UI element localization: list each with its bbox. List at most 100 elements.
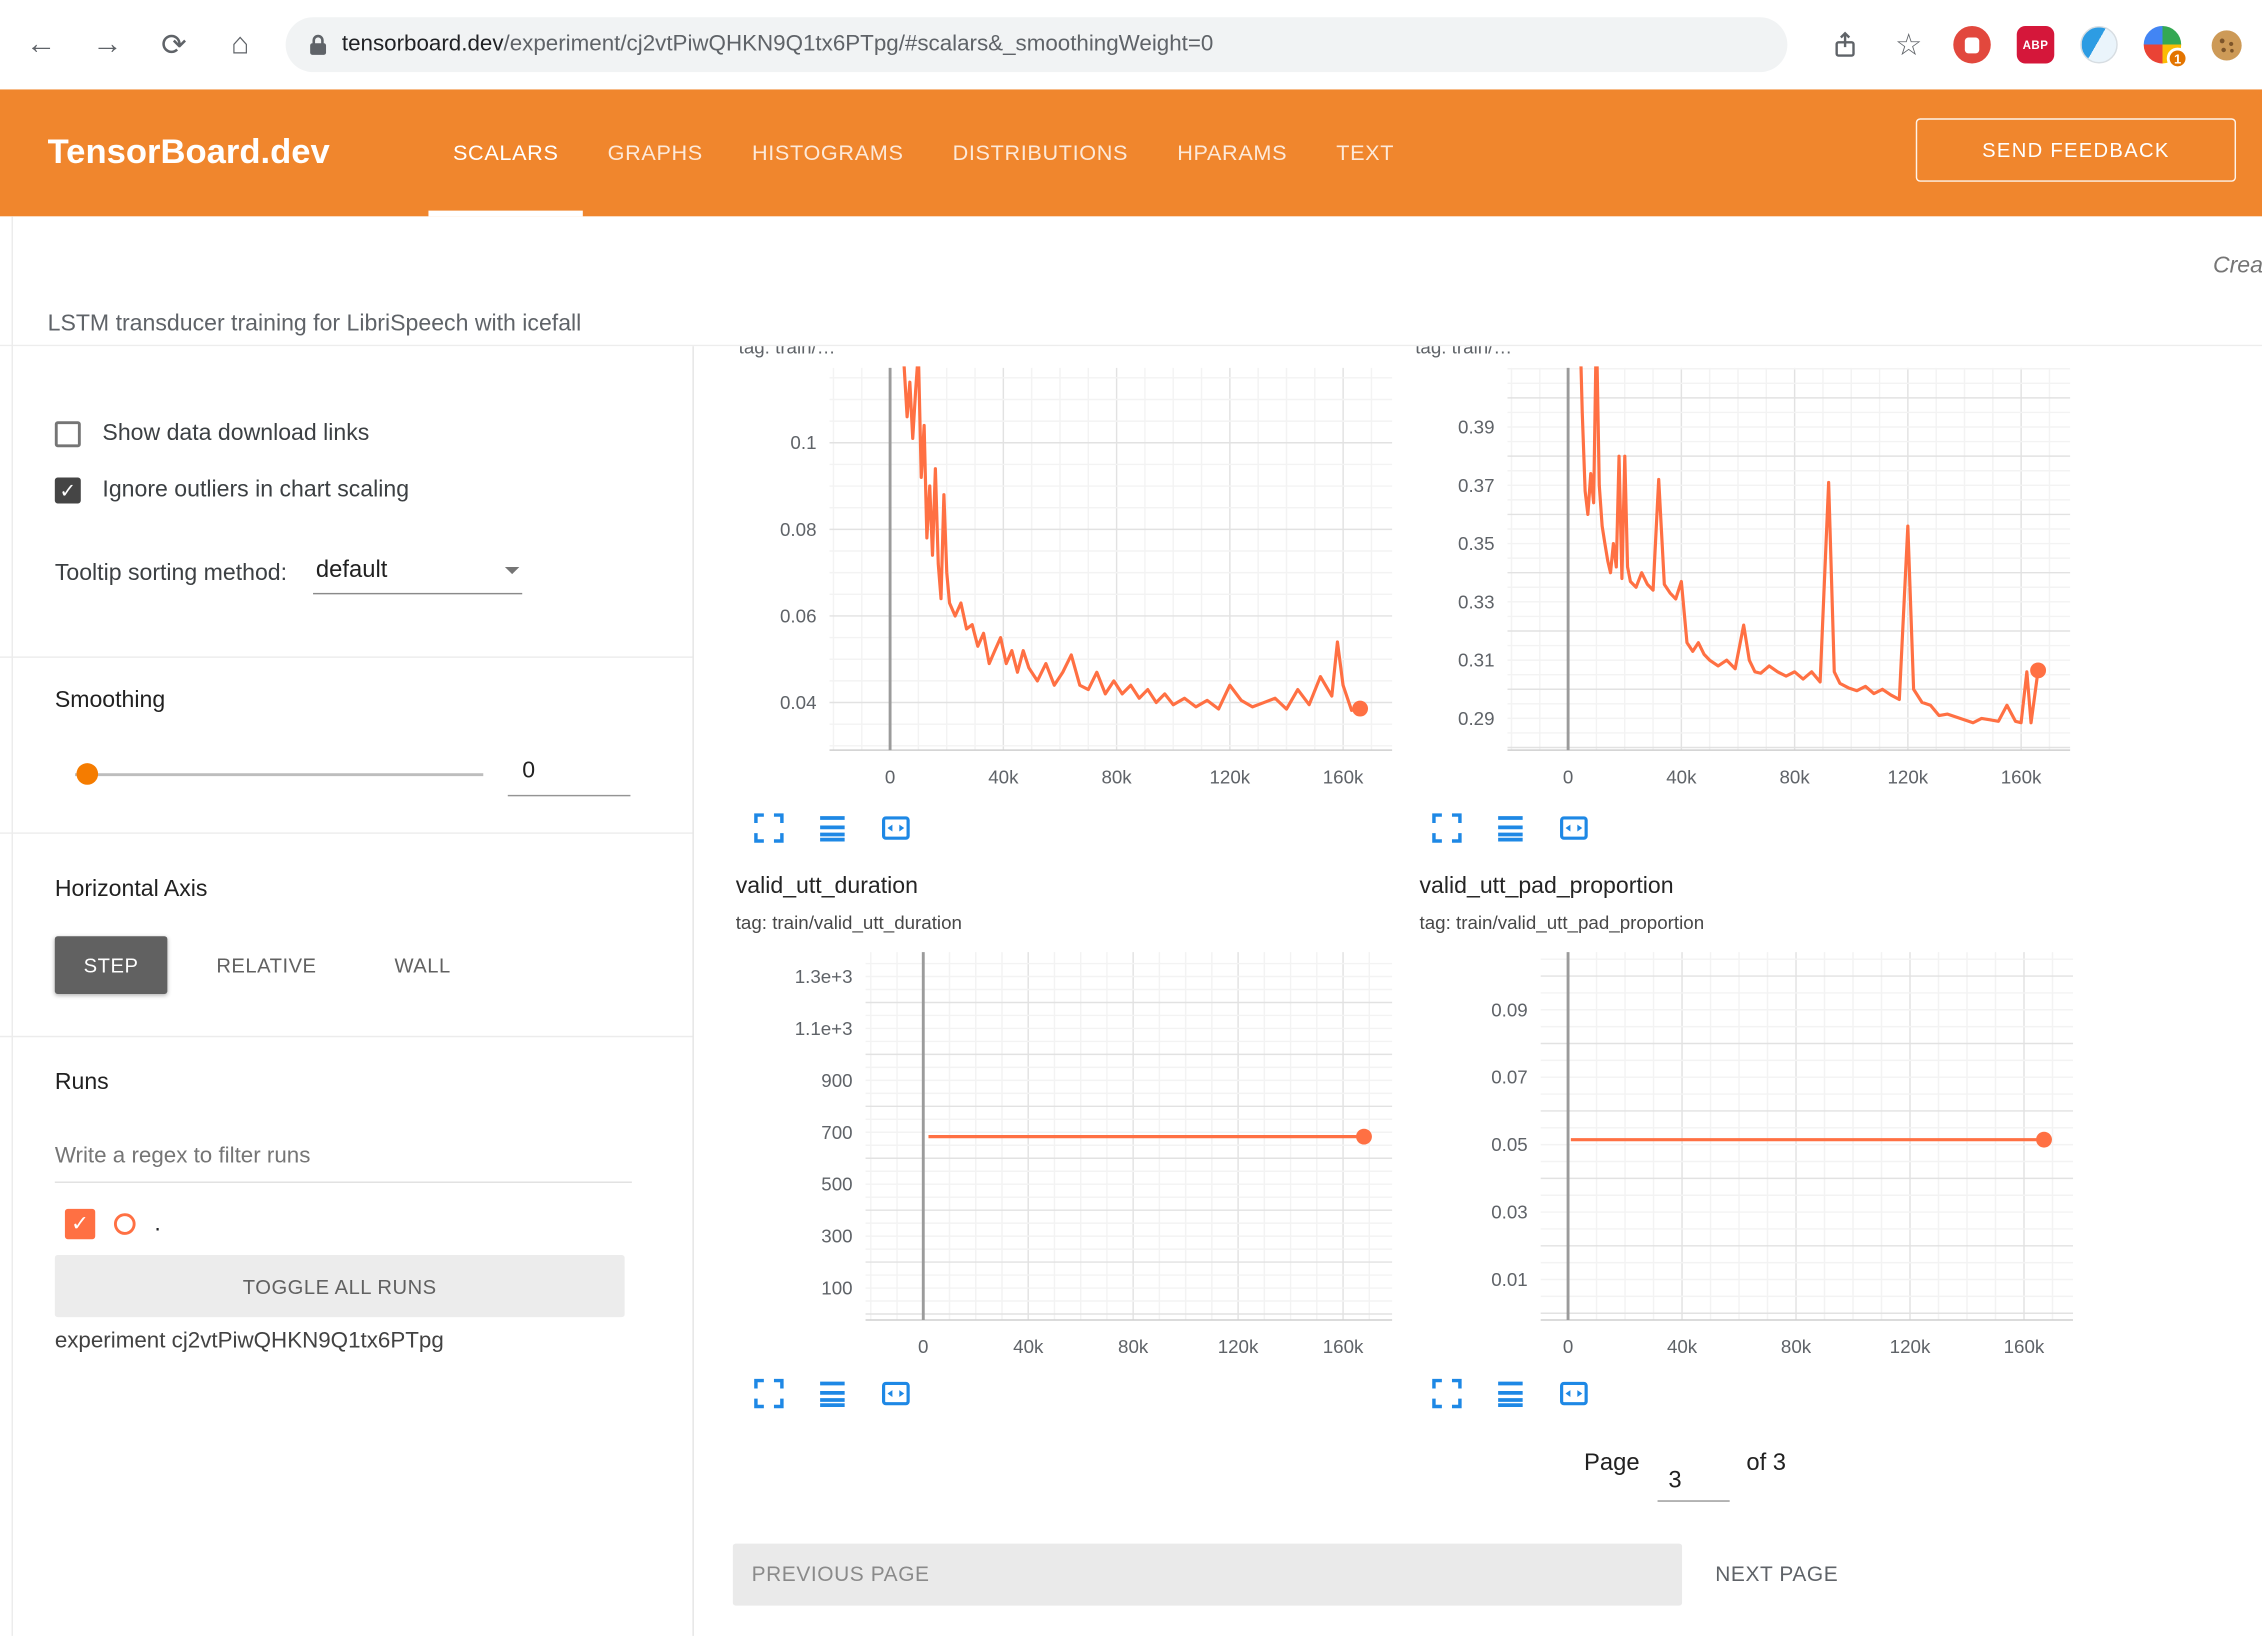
svg-text:40k: 40k: [988, 766, 1019, 787]
svg-text:120k: 120k: [1890, 1336, 1931, 1357]
browser-nav-buttons: ← → ⟳ ⌂: [20, 0, 261, 89]
pagination: Page 3 of 3: [1584, 1450, 1786, 1502]
chart-toolbar: [753, 1378, 912, 1410]
chart-top-left[interactable]: 0.040.060.080.1040k80k120k160k: [753, 368, 1402, 801]
svg-text:0.33: 0.33: [1458, 591, 1494, 612]
address-bar[interactable]: tensorboard.dev/experiment/cj2vtPiwQHKN9…: [286, 17, 1788, 72]
svg-text:1.3e+3: 1.3e+3: [795, 966, 853, 987]
url-text: tensorboard.dev/experiment/cj2vtPiwQHKN9…: [342, 32, 1213, 58]
tab-graphs[interactable]: GRAPHS: [583, 89, 727, 216]
run-color-swatch: [114, 1213, 136, 1235]
toggle-all-runs-button[interactable]: TOGGLE ALL RUNS: [55, 1255, 625, 1317]
tab-hparams[interactable]: HPARAMS: [1153, 89, 1312, 216]
abp-extension-icon[interactable]: ABP: [2017, 26, 2055, 64]
chart-tag: tag: train/valid_utt_duration: [736, 912, 962, 934]
svg-text:40k: 40k: [1667, 1336, 1698, 1357]
svg-text:0.08: 0.08: [780, 519, 816, 540]
tab-histograms[interactable]: HISTOGRAMS: [727, 89, 928, 216]
tensorboard-header: TensorBoard.dev SCALARS GRAPHS HISTOGRAM…: [0, 89, 2262, 216]
clipped-chart-tag-right: tag: train/…: [1415, 346, 1963, 363]
previous-page-button[interactable]: PREVIOUS PAGE: [733, 1544, 1682, 1606]
svg-text:0.29: 0.29: [1458, 708, 1494, 729]
smoothing-slider-track[interactable]: [75, 773, 483, 776]
log-scale-icon[interactable]: [1495, 1378, 1527, 1410]
svg-text:160k: 160k: [1323, 766, 1364, 787]
smoothing-slider-thumb[interactable]: [76, 763, 98, 785]
show-download-links-label: Show data download links: [102, 421, 369, 447]
expand-chart-icon[interactable]: [753, 1378, 785, 1410]
browser-toolbar-right: ☆ ABP 1: [1826, 0, 2244, 89]
star-icon[interactable]: ☆: [1890, 26, 1928, 64]
expand-chart-icon[interactable]: [1431, 812, 1463, 844]
svg-text:80k: 80k: [1781, 1336, 1812, 1357]
tooltip-sorting-value: default: [316, 557, 387, 583]
run-name: .: [154, 1211, 160, 1237]
svg-text:0: 0: [1563, 766, 1573, 787]
url-domain: tensorboard.dev: [342, 32, 504, 57]
svg-text:120k: 120k: [1209, 766, 1250, 787]
page-of-label: of 3: [1746, 1450, 1786, 1477]
svg-text:80k: 80k: [1101, 766, 1132, 787]
tab-distributions[interactable]: DISTRIBUTIONS: [928, 89, 1153, 216]
experiment-title: LSTM transducer training for LibriSpeech…: [48, 312, 582, 338]
smoothing-value-input[interactable]: 0: [508, 749, 631, 797]
chart-top-right[interactable]: 0.290.310.330.350.370.39040k80k120k160k: [1431, 368, 2080, 801]
svg-text:0.37: 0.37: [1458, 475, 1494, 496]
chart-toolbar: [753, 812, 912, 844]
svg-text:0.09: 0.09: [1491, 999, 1527, 1020]
fit-domain-icon[interactable]: [880, 812, 912, 844]
expand-chart-icon[interactable]: [753, 812, 785, 844]
svg-text:700: 700: [821, 1122, 852, 1143]
adblock-extension-icon[interactable]: [1953, 26, 1991, 64]
fit-domain-icon[interactable]: [1558, 812, 1590, 844]
runs-filter-input[interactable]: [55, 1131, 632, 1183]
svg-text:0: 0: [885, 766, 895, 787]
ignore-outliers-checkbox[interactable]: ✓: [55, 478, 81, 504]
svg-text:0.35: 0.35: [1458, 533, 1494, 554]
send-feedback-button[interactable]: SEND FEEDBACK: [1916, 118, 2236, 181]
tooltip-sorting-select[interactable]: default: [313, 554, 522, 594]
page-number-input[interactable]: 3: [1657, 1450, 1729, 1502]
chart-valid-utt-duration[interactable]: 1003005007009001.1e+31.3e+3040k80k120k16…: [779, 952, 1407, 1370]
back-icon[interactable]: ←: [20, 20, 62, 69]
cookie-icon[interactable]: [2207, 26, 2245, 64]
screen: ← → ⟳ ⌂ tensorboard.dev/experiment/cj2vt…: [0, 0, 2262, 1636]
browser-chrome: ← → ⟳ ⌂ tensorboard.dev/experiment/cj2vt…: [0, 0, 2262, 89]
url-path: /experiment/cj2vtPiwQHKN9Q1tx6PTpg/#scal…: [504, 32, 1214, 57]
fit-domain-icon[interactable]: [1558, 1378, 1590, 1410]
log-scale-icon[interactable]: [1495, 812, 1527, 844]
next-page-button[interactable]: NEXT PAGE: [1704, 1544, 1906, 1606]
horizontal-axis-buttons: STEP RELATIVE WALL: [55, 936, 480, 994]
show-download-links-row: Show data download links: [55, 421, 370, 447]
profile-avatar-icon[interactable]: 1: [2144, 26, 2182, 64]
tab-text[interactable]: TEXT: [1312, 89, 1419, 216]
browser-extension-icon[interactable]: [2080, 26, 2118, 64]
svg-text:300: 300: [821, 1226, 852, 1247]
lock-icon: [309, 33, 328, 56]
log-scale-icon[interactable]: [817, 812, 849, 844]
svg-text:100: 100: [821, 1278, 852, 1299]
horizontal-axis-label: Horizontal Axis: [55, 877, 208, 903]
tab-scalars[interactable]: SCALARS: [428, 89, 583, 216]
run-checkbox[interactable]: ✓: [65, 1209, 95, 1239]
reload-icon[interactable]: ⟳: [153, 20, 195, 69]
expand-chart-icon[interactable]: [1431, 1378, 1463, 1410]
axis-relative-button[interactable]: RELATIVE: [187, 936, 345, 994]
svg-text:0: 0: [1563, 1336, 1573, 1357]
runs-label: Runs: [55, 1070, 109, 1096]
brand-logo[interactable]: TensorBoard.dev: [48, 89, 330, 216]
profile-badge: 1: [2167, 48, 2189, 70]
share-icon[interactable]: [1826, 26, 1864, 64]
svg-text:0.31: 0.31: [1458, 650, 1494, 671]
forward-icon[interactable]: →: [87, 20, 129, 69]
charts-main: tag: train/… tag: train/… 0.040.060.080.…: [694, 346, 2262, 1636]
axis-step-button[interactable]: STEP: [55, 936, 167, 994]
axis-wall-button[interactable]: WALL: [366, 936, 480, 994]
content-left-edge: [12, 216, 13, 1636]
show-download-links-checkbox[interactable]: [55, 421, 81, 447]
log-scale-icon[interactable]: [817, 1378, 849, 1410]
chart-valid-utt-pad-proportion[interactable]: 0.010.030.050.070.09040k80k120k160k: [1454, 952, 2087, 1370]
svg-text:0.05: 0.05: [1491, 1134, 1527, 1155]
home-icon[interactable]: ⌂: [219, 20, 261, 69]
fit-domain-icon[interactable]: [880, 1378, 912, 1410]
